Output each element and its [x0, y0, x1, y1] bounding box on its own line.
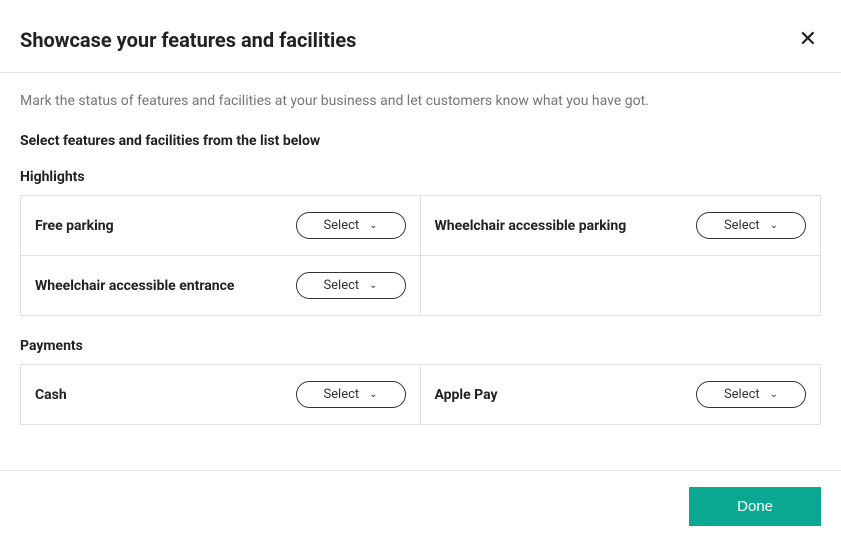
features-modal: Showcase your features and facilities ✕ …: [0, 0, 841, 542]
modal-footer: Done: [0, 470, 841, 542]
feature-free-parking: Free parking Select ⌄: [21, 196, 421, 256]
modal-title: Showcase your features and facilities: [20, 28, 356, 52]
highlights-grid: Free parking Select ⌄ Wheelchair accessi…: [20, 195, 821, 316]
modal-body: Mark the status of features and faciliti…: [0, 73, 841, 470]
feature-label: Wheelchair accessible parking: [435, 218, 627, 234]
select-cash[interactable]: Select ⌄: [296, 381, 406, 408]
feature-label: Apple Pay: [435, 387, 498, 403]
close-icon: ✕: [799, 27, 817, 52]
select-label: Select: [323, 387, 359, 402]
select-apple-pay[interactable]: Select ⌄: [696, 381, 806, 408]
chevron-down-icon: ⌄: [369, 280, 377, 291]
feature-cash: Cash Select ⌄: [21, 365, 421, 424]
select-wheelchair-parking[interactable]: Select ⌄: [696, 212, 806, 239]
feature-label: Cash: [35, 387, 67, 403]
section-title-highlights: Highlights: [20, 169, 821, 185]
select-free-parking[interactable]: Select ⌄: [296, 212, 406, 239]
select-label: Select: [724, 387, 760, 402]
feature-label: Free parking: [35, 218, 114, 234]
modal-header: Showcase your features and facilities ✕: [0, 0, 841, 73]
done-button[interactable]: Done: [689, 487, 821, 526]
chevron-down-icon: ⌄: [369, 220, 377, 231]
section-highlights: Highlights Free parking Select ⌄ Wheelch…: [20, 169, 821, 316]
empty-cell: [421, 256, 821, 315]
chevron-down-icon: ⌄: [770, 220, 778, 231]
list-heading: Select features and facilities from the …: [20, 133, 821, 149]
select-label: Select: [323, 278, 359, 293]
feature-wheelchair-entrance: Wheelchair accessible entrance Select ⌄: [21, 256, 421, 315]
select-wheelchair-entrance[interactable]: Select ⌄: [296, 272, 406, 299]
section-title-payments: Payments: [20, 338, 821, 354]
payments-grid: Cash Select ⌄ Apple Pay Select ⌄: [20, 364, 821, 425]
feature-wheelchair-parking: Wheelchair accessible parking Select ⌄: [421, 196, 821, 256]
select-label: Select: [724, 218, 760, 233]
select-label: Select: [323, 218, 359, 233]
feature-label: Wheelchair accessible entrance: [35, 278, 234, 294]
chevron-down-icon: ⌄: [770, 389, 778, 400]
section-payments: Payments Cash Select ⌄ Apple Pay Select …: [20, 338, 821, 425]
modal-description: Mark the status of features and faciliti…: [20, 93, 821, 109]
feature-apple-pay: Apple Pay Select ⌄: [421, 365, 821, 424]
close-button[interactable]: ✕: [795, 29, 821, 51]
chevron-down-icon: ⌄: [369, 389, 377, 400]
